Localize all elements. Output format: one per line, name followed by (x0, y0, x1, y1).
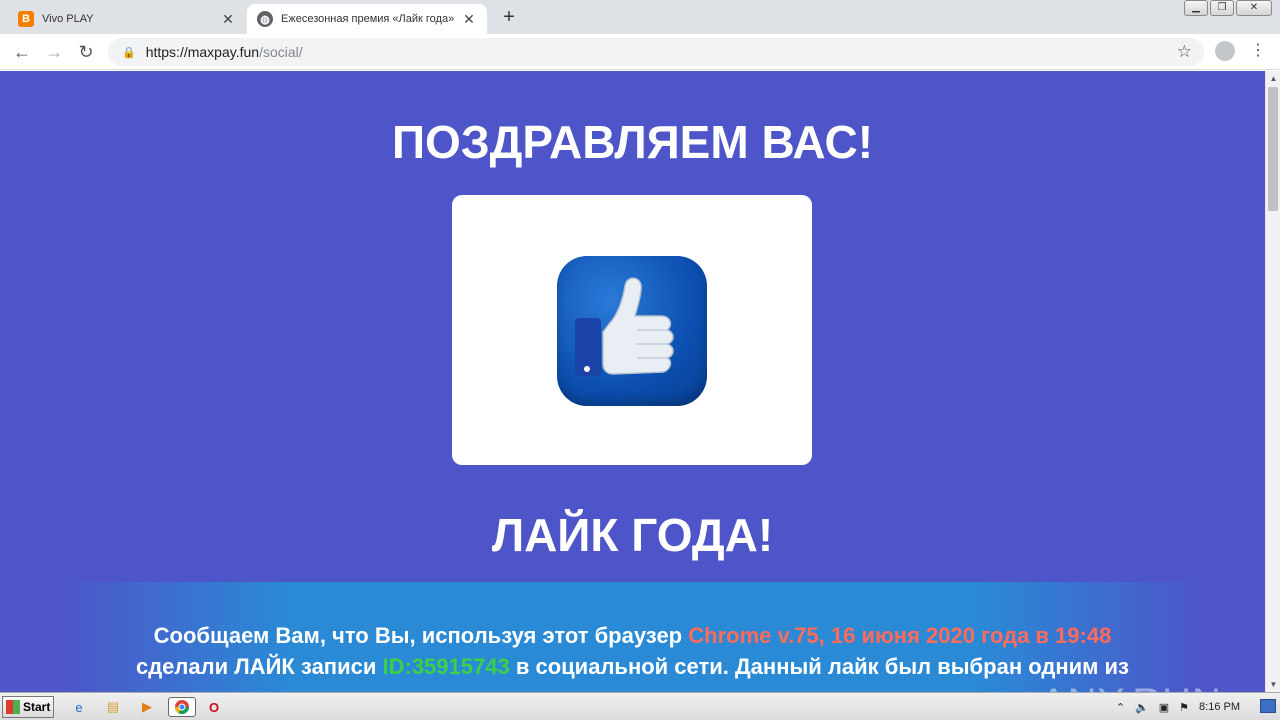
tab-vivo-play[interactable]: B Vivo PLAY ✕ (8, 4, 246, 34)
close-window-button[interactable]: ✕ (1236, 0, 1272, 16)
close-tab-icon[interactable]: ✕ (461, 11, 477, 28)
page-scrollbar[interactable]: ▲ ▼ (1265, 71, 1280, 692)
menu-icon[interactable]: ⋮ (1250, 40, 1266, 60)
thumbs-up-icon (557, 256, 707, 406)
address-bar[interactable]: 🔒 https://maxpay.fun/social/ ☆ (108, 38, 1204, 66)
explorer-icon[interactable]: ▤ (102, 697, 124, 717)
minimize-button[interactable]: ▁ (1184, 0, 1208, 16)
windows-taskbar: Start e ▤ ▶ O ⌃ 🔈 ▣ ⚑ 8:16 PM (0, 692, 1280, 720)
chrome-icon[interactable] (168, 697, 196, 717)
tray-expand-icon[interactable]: ⌃ (1116, 701, 1125, 714)
flag-icon[interactable]: ⚑ (1179, 701, 1189, 714)
like-of-year-heading: ЛАЙК ГОДА! (491, 509, 774, 561)
media-player-icon[interactable]: ▶ (136, 697, 158, 717)
browser-info: Chrome v.75, 16 июня 2020 года в 19:48 (688, 623, 1112, 648)
bookmark-star-icon[interactable]: ☆ (1177, 42, 1192, 62)
new-tab-button[interactable]: + (498, 6, 520, 29)
windows-logo-icon (6, 700, 20, 714)
record-id: ID:35915743 (382, 654, 510, 679)
notification-message: Сообщаем Вам, что Вы, используя этот бра… (80, 620, 1185, 692)
page-content: ПОЗДРАВЛЯЕМ ВАС! ЛАЙК ГОДА! Сообщаем Вам… (0, 71, 1265, 692)
volume-icon[interactable]: 🔈 (1135, 701, 1149, 714)
window-controls: ▁ ❐ ✕ (1184, 0, 1272, 16)
reload-icon[interactable]: ↻ (74, 40, 98, 64)
network-icon[interactable]: ▣ (1159, 701, 1169, 714)
close-tab-icon[interactable]: ✕ (220, 11, 236, 28)
congrats-heading: ПОЗДРАВЛЯЕМ ВАС! (391, 116, 874, 168)
anyrun-watermark: ANY.RUN (1040, 681, 1222, 692)
show-desktop-button[interactable] (1260, 699, 1276, 713)
tab-title: Ежесезонная премия «Лайк года» (281, 13, 455, 25)
scroll-down-icon[interactable]: ▼ (1266, 677, 1280, 692)
scroll-thumb[interactable] (1268, 87, 1278, 211)
message-text: в социальной сети. Данный лайк был выбра… (515, 654, 1129, 679)
lock-icon: 🔒 (122, 46, 136, 59)
forward-icon[interactable]: → (42, 40, 66, 64)
url-path: /social/ (259, 44, 303, 60)
message-text: сделали ЛАЙК записи (135, 654, 377, 679)
start-label: Start (23, 700, 51, 714)
blogger-icon: B (18, 11, 34, 27)
tab-title: Vivo PLAY (42, 13, 94, 25)
globe-icon: ◍ (257, 11, 273, 27)
scroll-up-icon[interactable]: ▲ (1266, 71, 1280, 86)
clock[interactable]: 8:16 PM (1199, 701, 1240, 713)
profile-avatar[interactable] (1215, 41, 1235, 61)
url-host: https://maxpay.fun (145, 44, 260, 60)
back-icon[interactable]: ← (10, 40, 34, 64)
system-tray: ⌃ 🔈 ▣ ⚑ 8:16 PM (1111, 693, 1280, 721)
opera-icon[interactable]: O (203, 697, 225, 717)
tab-like-of-year[interactable]: ◍ Ежесезонная премия «Лайк года» ✕ (247, 4, 487, 34)
message-text: Сообщаем Вам, что Вы, используя этот бра… (153, 623, 683, 648)
message-text-cutoff: ... ... ... ... ... (574, 685, 690, 692)
tab-strip: B Vivo PLAY ✕ ◍ Ежесезонная премия «Лайк… (0, 0, 1280, 34)
restore-button[interactable]: ❐ (1210, 0, 1234, 16)
browser-toolbar: ← → ↻ 🔒 https://maxpay.fun/social/ ☆ (0, 34, 1280, 70)
start-button[interactable]: Start (2, 696, 54, 718)
like-image-card (452, 195, 812, 465)
ie-icon[interactable]: e (68, 697, 90, 717)
